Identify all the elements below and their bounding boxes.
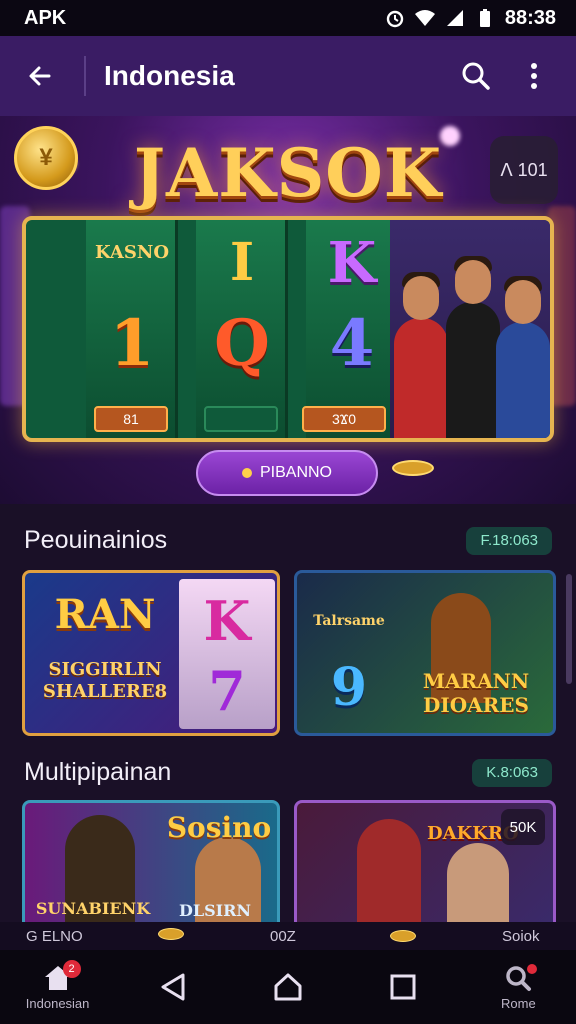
search-button[interactable] — [454, 54, 498, 98]
card-reel-symbol: K — [203, 589, 251, 653]
more-vert-icon — [531, 63, 537, 89]
coin-icon — [390, 930, 416, 942]
signal-icon — [446, 10, 463, 26]
slot-machine: KASNO 1 Ι Q K 4 Q 81 3Ϫ0 — [22, 216, 554, 442]
coin-icon — [158, 928, 184, 940]
game-card[interactable]: DAKKRO 50K — [294, 800, 556, 922]
dealer-figure — [496, 276, 550, 438]
dealer-face — [505, 280, 541, 324]
section-1-pill[interactable]: F.18:063 — [466, 526, 552, 555]
notification-badge: 2 — [62, 960, 81, 978]
dealer-face — [455, 260, 491, 304]
card-reel-symbol: 7 — [208, 659, 246, 723]
game-card[interactable]: Talrsame 9 MARANN DIOARES — [294, 570, 556, 736]
section-1-header: Peouinainios F.18:063 — [24, 526, 552, 555]
card-caption: DLSIRN — [178, 901, 252, 920]
hero-banner[interactable]: ¥ JAKSOK ꓥ 101 KASNO 1 Ι Q K 4 Q 81 3Ϫ0 … — [0, 116, 576, 504]
dealer-face — [403, 276, 439, 320]
hero-badge[interactable]: ꓥ 101 — [490, 136, 558, 204]
card-badge: 50K — [501, 809, 545, 845]
coin-stack-icon — [392, 460, 434, 476]
scrollbar[interactable] — [566, 574, 572, 684]
wifi-icon — [414, 10, 435, 26]
home-outline-icon — [274, 973, 302, 1001]
reel-symbol: K — [327, 230, 377, 296]
status-app-label: APK — [24, 6, 67, 29]
section-1-title: Peouinainios — [24, 526, 168, 554]
status-bar: APK 88:38 — [0, 0, 576, 36]
strip-middle-text: 00Z — [270, 927, 296, 945]
section-2-title: Multipipainan — [24, 758, 172, 786]
game-card[interactable]: Sosino SUNABIENK DLSIRN — [22, 800, 280, 922]
reel-plate: 3Ϫ0 — [302, 406, 386, 432]
card-reel: K 7 — [179, 579, 275, 729]
dealer-figure — [357, 819, 421, 922]
arrow-left-icon — [29, 66, 51, 86]
dealers-illustration — [390, 220, 550, 438]
reel-symbol: 4 — [329, 306, 375, 381]
status-icons: 88:38 — [385, 7, 556, 30]
reel-symbol: 1 — [109, 306, 155, 381]
card-reel-symbol: 9 — [330, 657, 368, 718]
reel-symbol: Ι — [229, 232, 255, 293]
coin-dot-icon — [241, 468, 252, 478]
card-subtitle: SIGGIRLIN SHALLERE8 — [42, 659, 168, 702]
strip-right-text: Soiok — [502, 927, 540, 945]
nav-back-button[interactable] — [128, 950, 218, 1024]
status-time: 88:38 — [504, 6, 556, 29]
reel-symbol: Q — [214, 306, 270, 381]
section-2-header: Multipipainan K.8:063 — [24, 758, 552, 787]
dealer-figure — [447, 843, 509, 922]
bottom-nav-bar: 2 Indonesian Rome — [0, 950, 576, 1024]
bottom-info-strip: G ELNO 00Z Soiok — [0, 922, 576, 950]
battery-icon — [479, 9, 490, 27]
page-title: Indonesia — [104, 60, 235, 91]
more-options-button[interactable] — [512, 54, 556, 98]
reel-plate: 81 — [94, 406, 168, 432]
triangle-back-icon — [161, 973, 185, 1001]
reel-symbol: KASNO — [94, 242, 169, 263]
nav-label: Indonesian — [25, 995, 90, 1011]
nav-recents-button[interactable] — [358, 950, 448, 1024]
back-button[interactable] — [20, 56, 60, 96]
reel-plate — [204, 406, 278, 432]
nav-label: Rome — [501, 995, 536, 1011]
nav-search-tab[interactable]: Rome — [473, 950, 563, 1024]
alarm-icon — [386, 10, 404, 28]
card-title: MARANN DIOARES — [422, 669, 530, 717]
strip-left-text: G ELNO — [26, 927, 83, 945]
search-icon — [462, 62, 490, 90]
dealer-figure — [394, 272, 448, 438]
hero-play-label: PIBANNO — [259, 464, 332, 481]
card-tag: Talrsame — [313, 613, 385, 629]
hero-play-button[interactable]: PIBANNO — [196, 450, 378, 496]
dealer-figure — [446, 256, 500, 438]
section-2-pill[interactable]: K.8:063 — [472, 758, 552, 787]
notification-dot — [527, 964, 538, 974]
square-recents-icon — [390, 974, 416, 1000]
card-title: RAN — [54, 591, 156, 638]
game-card[interactable]: RAN SIGGIRLIN SHALLERE8 K 7 — [22, 570, 280, 736]
app-bar-divider — [84, 56, 86, 96]
nav-home-tab[interactable]: 2 Indonesian — [13, 950, 103, 1024]
app-bar: Indonesia — [0, 36, 576, 116]
card-caption: SUNABIENK — [35, 899, 151, 918]
nav-home-button[interactable] — [243, 950, 333, 1024]
card-title: Sosino — [166, 811, 272, 844]
